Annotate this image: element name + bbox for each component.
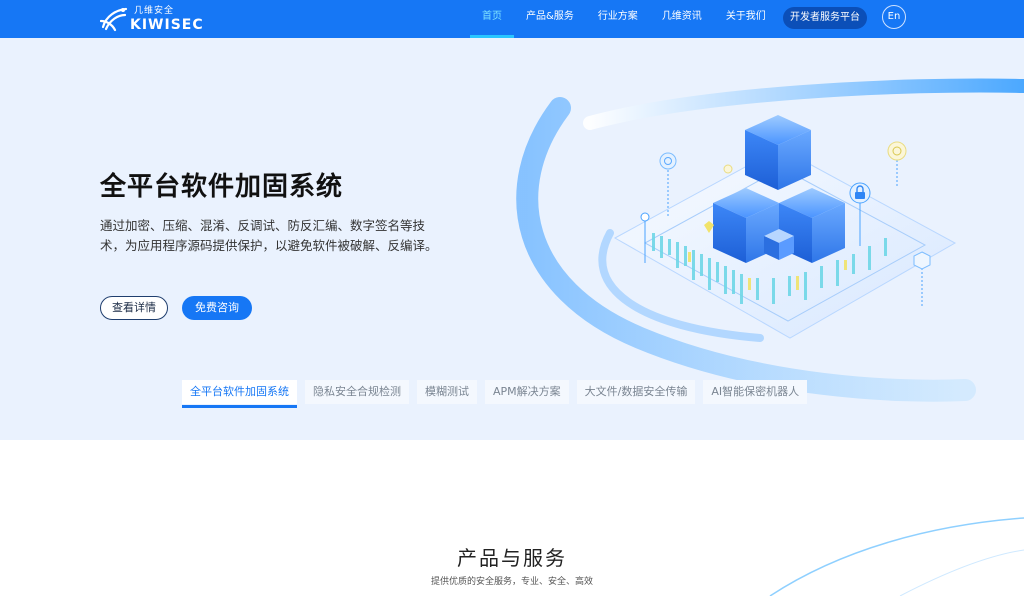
product-tabs: 全平台软件加固系统 隐私安全合规检测 模糊测试 APM解决方案 大文件/数据安全… [182, 380, 815, 408]
kiwisec-logo[interactable]: 几维安全 KIWISEC [99, 4, 204, 34]
tab-fuzz-testing[interactable]: 模糊测试 [417, 380, 477, 404]
tab-file-transfer[interactable]: 大文件/数据安全传输 [576, 380, 696, 404]
hero-description: 通过加密、压缩、混淆、反调试、防反汇编、数字签名等技术，为应用程序源码提供保护，… [100, 218, 438, 253]
tab-apm-solution[interactable]: APM解决方案 [485, 380, 569, 404]
kiwi-bird-icon [99, 6, 128, 32]
hero-banner: 全平台软件加固系统 通过加密、压缩、混淆、反调试、防反汇编、数字签名等技术，为应… [0, 38, 1024, 440]
tab-ai-robot[interactable]: AI智能保密机器人 [703, 380, 808, 404]
language-switch-button[interactable]: En [882, 5, 906, 29]
nav-item-news[interactable]: 几维资讯 [650, 0, 714, 38]
developer-platform-button[interactable]: 开发者服务平台 [783, 7, 867, 29]
section-title: 产品与服务 [457, 546, 567, 570]
nav-item-about[interactable]: 关于我们 [714, 0, 778, 38]
nav-item-solutions[interactable]: 行业方案 [586, 0, 650, 38]
view-details-button[interactable]: 查看详情 [100, 296, 168, 320]
tab-privacy-compliance[interactable]: 隐私安全合规检测 [305, 380, 409, 404]
nav-item-home[interactable]: 首页 [470, 0, 514, 38]
section-subtitle: 提供优质的安全服务，专业、安全、高效 [430, 577, 593, 587]
nav-item-products[interactable]: 产品&服务 [514, 0, 586, 38]
top-navigation-bar: 几维安全 KIWISEC 首页 产品&服务 行业方案 几维资讯 关于我们 开发者… [0, 0, 1024, 38]
brand-name-en: KIWISEC [130, 16, 204, 33]
main-menu: 首页 产品&服务 行业方案 几维资讯 关于我们 [470, 0, 778, 38]
tab-software-hardening[interactable]: 全平台软件加固系统 [182, 380, 297, 408]
hero-title: 全平台软件加固系统 [100, 172, 344, 202]
section-decor-curve [769, 517, 1024, 596]
free-consult-button[interactable]: 免费咨询 [182, 296, 252, 320]
brand-name-cn: 几维安全 [134, 5, 175, 16]
